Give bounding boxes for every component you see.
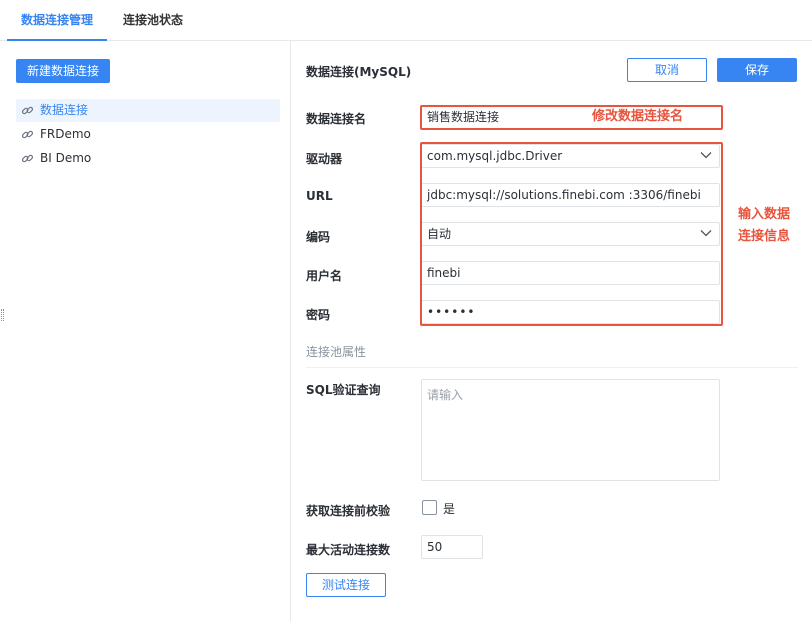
panel-title: 数据连接(MySQL) [306,65,412,79]
tab-bar: 数据连接管理 连接池状态 [0,0,812,41]
sidebar-item-label: FRDemo [40,127,91,141]
sidebar-item-sales-connection[interactable]: 数据连接 [16,99,280,122]
max-active-label: 最大活动连接数 [306,543,391,557]
encoding-select[interactable]: 自动 [421,222,720,246]
save-button[interactable]: 保存 [717,58,797,82]
sidebar-item-frdemo[interactable]: FRDemo [16,123,280,146]
link-icon [21,130,34,139]
section-divider [306,367,798,368]
connection-sidebar: 新建数据连接 数据连接 FRDemo BI Demo [0,41,291,621]
validate-before-connect-label: 获取连接前校验 [306,504,391,518]
pool-section-title: 连接池属性 [306,345,367,359]
url-label: URL [306,189,333,203]
resize-handle[interactable] [1,309,4,321]
username-input[interactable]: finebi [421,261,720,285]
password-input[interactable]: •••••• [421,300,720,324]
password-label: 密码 [306,308,331,322]
link-icon [21,106,34,115]
sidebar-item-bi-demo[interactable]: BI Demo [16,147,280,170]
validate-checkbox[interactable] [422,500,437,515]
encoding-value: 自动 [427,227,452,241]
new-connection-button[interactable]: 新建数据连接 [16,59,110,83]
info-hint-line2: 连接信息 [738,229,791,244]
tab-connection-management[interactable]: 数据连接管理 [7,0,107,41]
cancel-button[interactable]: 取消 [627,58,707,82]
driver-select[interactable]: com.mysql.jdbc.Driver [421,144,720,168]
connection-name-label: 数据连接名 [306,112,367,126]
validate-option-label: 是 [443,502,456,516]
sidebar-item-label: 数据连接 [40,103,89,117]
chevron-down-icon [700,152,712,159]
test-connection-button[interactable]: 测试连接 [306,573,386,597]
max-active-input[interactable]: 50 [421,535,483,559]
sql-validation-textarea[interactable]: 请输入 [421,379,720,481]
driver-value: com.mysql.jdbc.Driver [427,149,563,163]
rename-hint: 修改数据连接名 [592,109,684,124]
sql-validation-label: SQL验证查询 [306,383,381,397]
username-label: 用户名 [306,269,343,283]
driver-label: 驱动器 [306,152,343,166]
encoding-label: 编码 [306,230,331,244]
tab-label: 数据连接管理 [20,13,93,27]
chevron-down-icon [700,230,712,237]
sidebar-item-label: BI Demo [40,151,92,165]
info-hint-line1: 输入数据 [738,207,791,222]
tab-label: 连接池状态 [122,13,183,27]
url-input[interactable]: jdbc:mysql://solutions.finebi.com :3306/… [421,183,720,207]
connection-detail-panel: 数据连接(MySQL) 取消 保存 数据连接名 销售数据连接 驱动器 com.m… [292,41,812,621]
tab-pool-status[interactable]: 连接池状态 [113,0,193,40]
link-icon [21,154,34,163]
